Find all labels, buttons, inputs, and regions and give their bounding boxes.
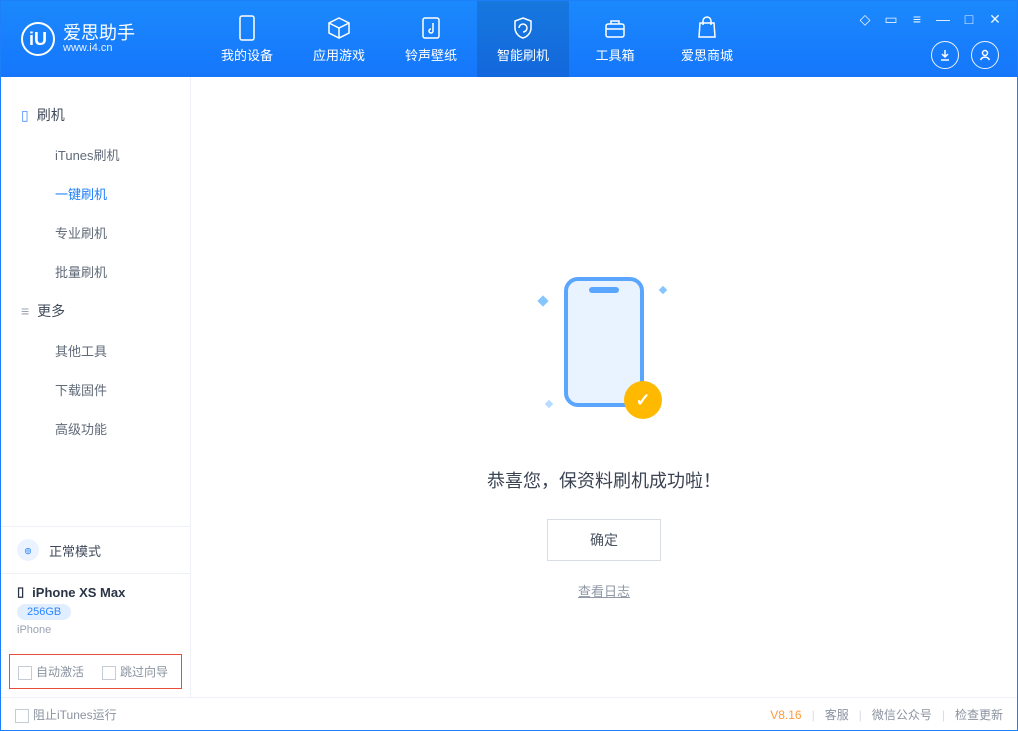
- user-button[interactable]: [971, 41, 999, 69]
- sidebar-bottom: ๏ 正常模式 ▯ iPhone XS Max 256GB iPhone 自动激活…: [1, 526, 190, 697]
- tab-label: 铃声壁纸: [405, 45, 457, 64]
- sidebar-group-flash: ▯ 刷机: [1, 95, 190, 135]
- sidebar-item-oneclick[interactable]: 一键刷机: [1, 174, 190, 213]
- block-itunes-checkbox[interactable]: 阻止iTunes运行: [15, 706, 117, 723]
- mode-label: 正常模式: [49, 541, 101, 560]
- list-icon: ≡: [21, 303, 29, 319]
- mode-icon: ๏: [17, 539, 39, 561]
- toolbox-icon: [602, 15, 628, 41]
- footer: 阻止iTunes运行 V8.16 | 客服 | 微信公众号 | 检查更新: [1, 697, 1017, 731]
- success-panel: ✓ 恭喜您，保资料刷机成功啦！ 确定 查看日志: [487, 267, 721, 600]
- minimize-button[interactable]: —: [933, 9, 953, 29]
- sidebar-item-itunes[interactable]: iTunes刷机: [1, 135, 190, 174]
- group-label: 更多: [37, 301, 65, 321]
- view-log-link[interactable]: 查看日志: [487, 581, 721, 600]
- check-badge-icon: ✓: [624, 381, 662, 419]
- app-subtitle: www.i4.cn: [63, 42, 135, 54]
- mode-card[interactable]: ๏ 正常模式: [1, 527, 190, 573]
- sidebar-item-batch[interactable]: 批量刷机: [1, 252, 190, 291]
- group-label: 刷机: [37, 105, 65, 125]
- phone-icon: [234, 15, 260, 41]
- sidebar-list: ▯ 刷机 iTunes刷机 一键刷机 专业刷机 批量刷机 ≡ 更多 其他工具 下…: [1, 77, 190, 526]
- sidebar-group-more: ≡ 更多: [1, 291, 190, 331]
- device-name-label: iPhone XS Max: [32, 585, 125, 600]
- tab-label: 我的设备: [221, 45, 273, 64]
- tab-label: 爱思商城: [681, 45, 733, 64]
- sidebar-item-pro[interactable]: 专业刷机: [1, 213, 190, 252]
- bag-icon: [694, 15, 720, 41]
- shield-refresh-icon: [510, 15, 536, 41]
- auto-activate-checkbox[interactable]: 自动激活: [18, 663, 84, 680]
- wechat-link[interactable]: 微信公众号: [872, 706, 932, 723]
- device-type: iPhone: [17, 624, 174, 636]
- tab-toolbox[interactable]: 工具箱: [569, 1, 661, 77]
- tab-store[interactable]: 爱思商城: [661, 1, 753, 77]
- check-update-link[interactable]: 检查更新: [955, 706, 1003, 723]
- cube-icon: [326, 15, 352, 41]
- sidebar-item-firmware[interactable]: 下载固件: [1, 370, 190, 409]
- success-message: 恭喜您，保资料刷机成功啦！: [487, 467, 721, 493]
- device-card[interactable]: ▯ iPhone XS Max 256GB iPhone: [1, 573, 190, 650]
- tab-apps[interactable]: 应用游戏: [293, 1, 385, 77]
- sparkle-icon: [545, 400, 553, 408]
- close-button[interactable]: ✕: [985, 9, 1005, 29]
- tab-label: 应用游戏: [313, 45, 365, 64]
- sparkle-icon: [537, 295, 548, 306]
- tab-my-device[interactable]: 我的设备: [201, 1, 293, 77]
- download-button[interactable]: [931, 41, 959, 69]
- highlighted-options: 自动激活 跳过向导: [9, 654, 182, 689]
- window-controls: ◇ ▭ ≡ — □ ✕: [855, 9, 1005, 29]
- device-icon: ▯: [17, 584, 24, 600]
- footer-left: 阻止iTunes运行: [15, 706, 117, 723]
- ok-button[interactable]: 确定: [547, 519, 661, 561]
- phone-small-icon: ▯: [21, 107, 29, 124]
- support-link[interactable]: 客服: [825, 706, 849, 723]
- body: ▯ 刷机 iTunes刷机 一键刷机 专业刷机 批量刷机 ≡ 更多 其他工具 下…: [1, 77, 1017, 697]
- maximize-button[interactable]: □: [959, 9, 979, 29]
- tab-flash[interactable]: 智能刷机: [477, 1, 569, 77]
- tab-ringtone[interactable]: 铃声壁纸: [385, 1, 477, 77]
- sidebar-item-advanced[interactable]: 高级功能: [1, 409, 190, 448]
- sidebar: ▯ 刷机 iTunes刷机 一键刷机 专业刷机 批量刷机 ≡ 更多 其他工具 下…: [1, 77, 191, 697]
- tab-label: 智能刷机: [497, 45, 549, 64]
- main-tabs: 我的设备 应用游戏 铃声壁纸 智能刷机 工具箱 爱思商城: [201, 1, 753, 77]
- sidebar-item-other[interactable]: 其他工具: [1, 331, 190, 370]
- device-storage-badge: 256GB: [17, 604, 71, 620]
- skip-guide-checkbox[interactable]: 跳过向导: [102, 663, 168, 680]
- logo-area: iU 爱思助手 www.i4.cn: [1, 22, 201, 56]
- header-actions: [931, 41, 999, 69]
- feedback-icon[interactable]: ▭: [881, 9, 901, 29]
- skin-icon[interactable]: ◇: [855, 9, 875, 29]
- tab-label: 工具箱: [595, 45, 634, 64]
- main-content: ✓ 恭喜您，保资料刷机成功啦！ 确定 查看日志: [191, 77, 1017, 697]
- version-label: V8.16: [770, 708, 801, 722]
- header: iU 爱思助手 www.i4.cn 我的设备 应用游戏 铃声壁纸 智能刷机 工具…: [1, 1, 1017, 77]
- app-title: 爱思助手: [63, 24, 135, 42]
- logo-icon: iU: [21, 22, 55, 56]
- logo-text: 爱思助手 www.i4.cn: [63, 24, 135, 54]
- sparkle-icon: [659, 286, 667, 294]
- music-icon: [418, 15, 444, 41]
- menu-icon[interactable]: ≡: [907, 9, 927, 29]
- phone-illustration: ✓: [534, 267, 674, 437]
- footer-right: V8.16 | 客服 | 微信公众号 | 检查更新: [770, 706, 1003, 723]
